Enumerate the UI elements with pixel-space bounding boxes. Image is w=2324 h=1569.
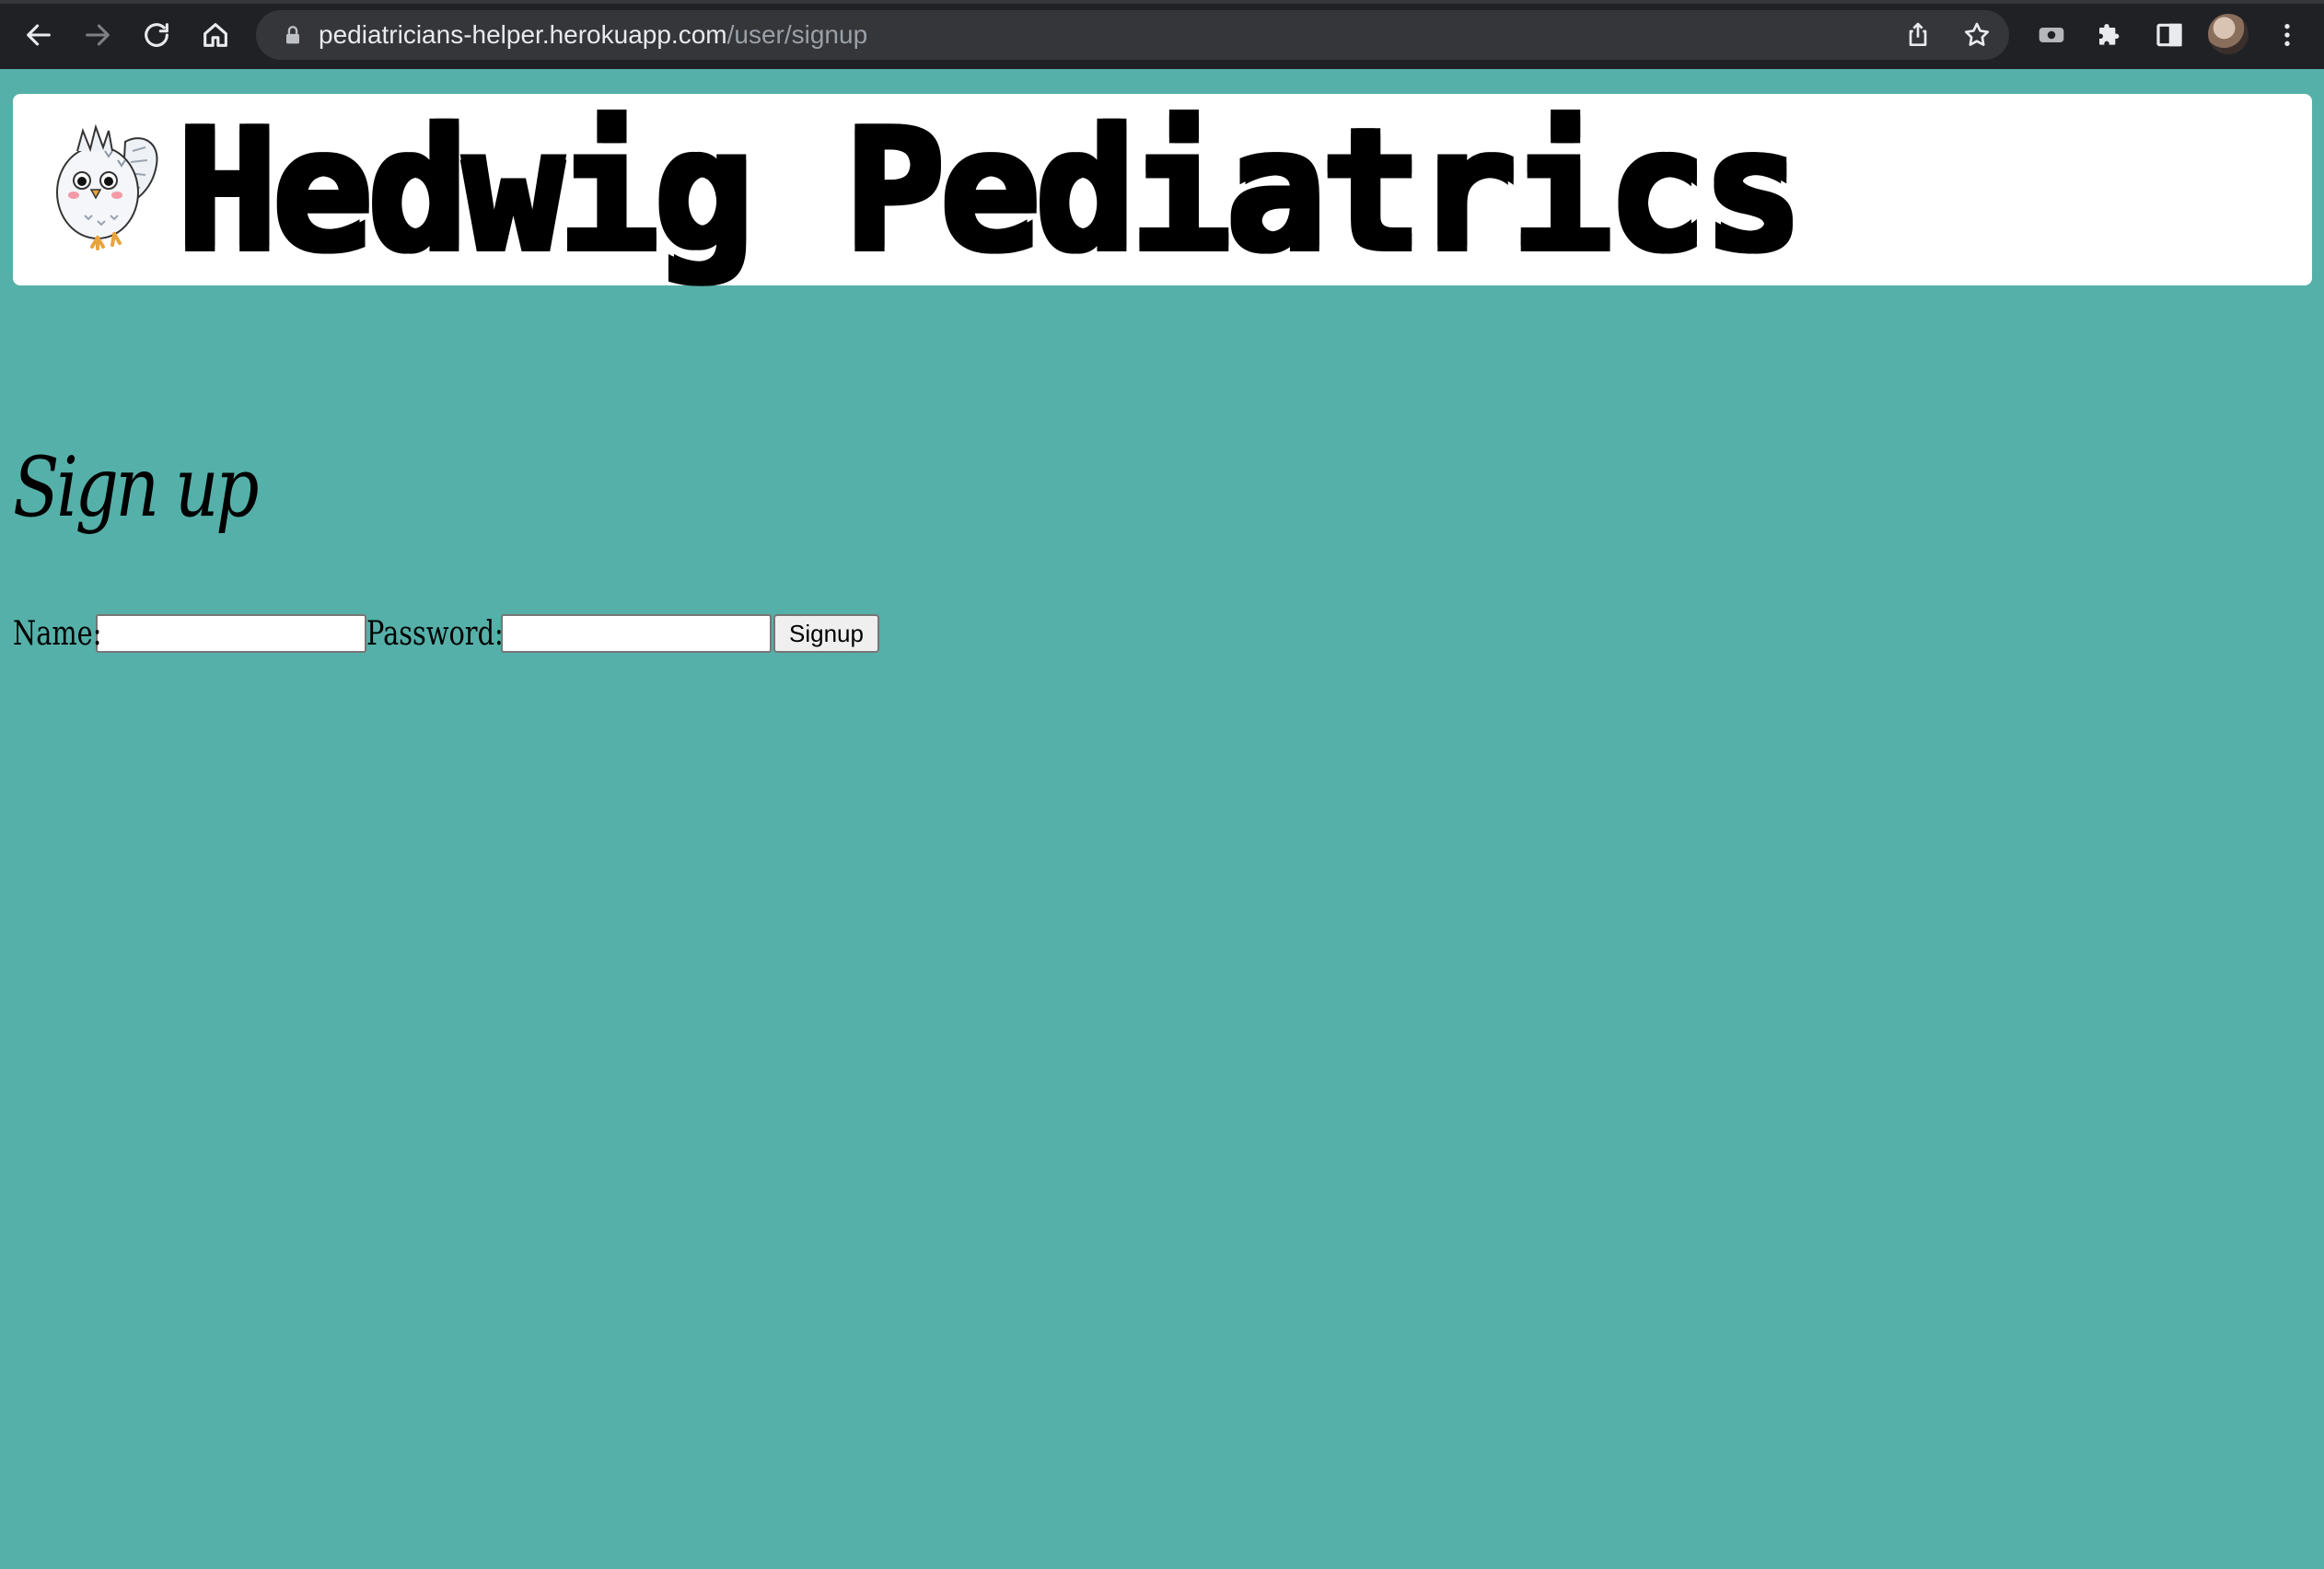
share-icon[interactable] [1900, 17, 1935, 52]
url-path: /user/signup [726, 20, 868, 49]
password-input[interactable] [501, 614, 772, 653]
tabstrip-edge [0, 0, 2324, 4]
browser-toolbar: pediatricians-helper.herokuapp.com/user/… [0, 0, 2324, 69]
signup-button[interactable]: Signup [773, 614, 879, 653]
kebab-menu-icon[interactable] [2269, 17, 2306, 53]
site-title[interactable]: Hedwig Pediatrics [177, 103, 1804, 278]
address-bar[interactable]: pediatricians-helper.herokuapp.com/user/… [256, 10, 2009, 60]
back-arrow-icon[interactable] [18, 15, 59, 55]
puzzle-icon[interactable] [2092, 17, 2129, 53]
star-icon[interactable] [1959, 17, 1994, 52]
camera-icon[interactable] [2033, 17, 2070, 53]
url-text[interactable]: pediatricians-helper.herokuapp.com/user/… [319, 10, 867, 60]
lock-icon[interactable] [280, 22, 306, 48]
forward-arrow-icon[interactable] [77, 15, 118, 55]
page-title: Sign up [13, 439, 259, 536]
reload-icon[interactable] [136, 15, 177, 55]
name-input[interactable] [96, 614, 366, 653]
home-icon[interactable] [195, 15, 236, 55]
owl-logo[interactable] [41, 114, 169, 252]
password-label: Password: [366, 614, 504, 653]
name-label: Name: [13, 614, 102, 653]
url-host: pediatricians-helper.herokuapp.com [319, 20, 727, 49]
site-header: Hedwig Pediatrics [13, 94, 2312, 285]
profile-avatar[interactable] [2208, 14, 2248, 54]
signup-form: Name: Password: Signup [13, 608, 879, 659]
side-panel-icon[interactable] [2151, 17, 2188, 53]
